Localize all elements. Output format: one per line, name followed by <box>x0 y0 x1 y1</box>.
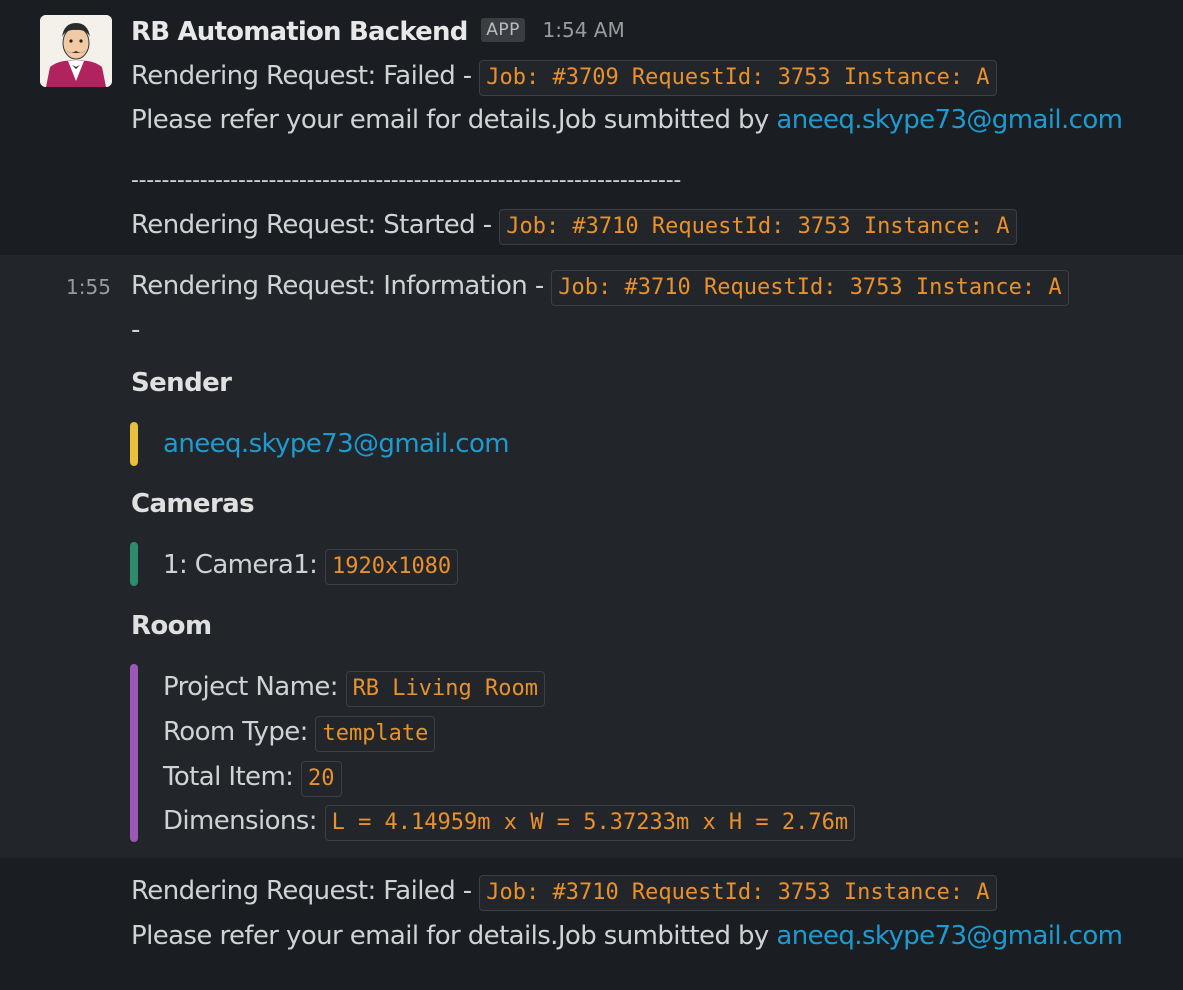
inline-code: Job: #3710 RequestId: 3753 Instance: A <box>499 209 1017 245</box>
message-text: Rendering Request: Information - <box>131 271 552 301</box>
message-text: Rendering Request: Failed - <box>131 61 480 91</box>
room-line: Project Name: RB Living Room <box>163 670 545 707</box>
message-line: Rendering Request: Started - Job: #3710 … <box>131 208 1017 245</box>
inline-code: RB Living Room <box>345 671 545 707</box>
inline-code: Job: #3710 RequestId: 3753 Instance: A <box>479 875 997 911</box>
room-line: Room Type: template <box>163 715 436 752</box>
dash-text: - <box>131 315 140 345</box>
roomtype-label: Room Type: <box>163 717 316 747</box>
sender-email-link[interactable]: aneeq.skype73@gmail.com <box>163 429 510 459</box>
message-text: Please refer your email for details.Job … <box>131 105 777 135</box>
project-label: Project Name: <box>163 672 346 702</box>
message-line: Please refer your email for details.Job … <box>131 103 1123 137</box>
message-line: Rendering Request: Failed - Job: #3709 R… <box>131 59 997 96</box>
inline-code: L = 4.14959m x W = 5.37233m x H = 2.76m <box>324 805 856 841</box>
message-line: Rendering Request: Information - Job: #3… <box>131 269 1069 306</box>
cameras-heading: Cameras <box>131 489 255 519</box>
camera-line: 1: Camera1: 1920x1080 <box>163 548 459 585</box>
room-heading: Room <box>131 611 212 641</box>
bot-avatar[interactable] <box>40 15 112 87</box>
dimensions-label: Dimensions: <box>163 806 325 836</box>
camera-label: 1: Camera1: <box>163 550 325 580</box>
email-link[interactable]: aneeq.skype73@gmail.com <box>776 105 1123 135</box>
room-line: Total Item: 20 <box>163 760 342 797</box>
message-1: RB Automation Backend APP 1:54 AM Render… <box>0 0 1183 255</box>
room-attachment-bar <box>130 664 138 842</box>
message-text: Rendering Request: Failed - <box>131 876 480 906</box>
inline-code: 1920x1080 <box>324 549 459 585</box>
message-text: Please refer your email for details.Job … <box>131 921 777 951</box>
message-timestamp[interactable]: 1:54 AM <box>543 18 625 42</box>
inline-code: Job: #3710 RequestId: 3753 Instance: A <box>551 270 1069 306</box>
message-2: 1:55 Rendering Request: Information - Jo… <box>0 255 1183 858</box>
message-text: Rendering Request: Started - <box>131 210 500 240</box>
message-line: Please refer your email for details.Job … <box>131 919 1123 953</box>
sender-attachment-bar <box>130 422 138 466</box>
avatar-illustration-icon <box>40 15 112 87</box>
room-line: Dimensions: L = 4.14959m x W = 5.37233m … <box>163 804 856 841</box>
message-header: RB Automation Backend APP 1:54 AM <box>131 13 625 49</box>
message-line: Rendering Request: Failed - Job: #3710 R… <box>131 874 997 911</box>
message-3: Rendering Request: Failed - Job: #3710 R… <box>0 858 1183 990</box>
cameras-attachment-bar <box>130 542 138 586</box>
hover-timestamp[interactable]: 1:55 <box>66 275 111 299</box>
inline-code: Job: #3709 RequestId: 3753 Instance: A <box>479 60 997 96</box>
email-link[interactable]: aneeq.skype73@gmail.com <box>776 921 1123 951</box>
totalitem-label: Total Item: <box>163 762 301 792</box>
app-badge: APP <box>481 18 525 42</box>
inline-code: template <box>315 716 436 752</box>
inline-code: 20 <box>301 761 342 797</box>
sender-email-line: aneeq.skype73@gmail.com <box>163 427 510 461</box>
divider-text: ----------------------------------------… <box>131 168 681 193</box>
sender-heading: Sender <box>131 368 232 398</box>
sender-name[interactable]: RB Automation Backend <box>131 17 468 47</box>
